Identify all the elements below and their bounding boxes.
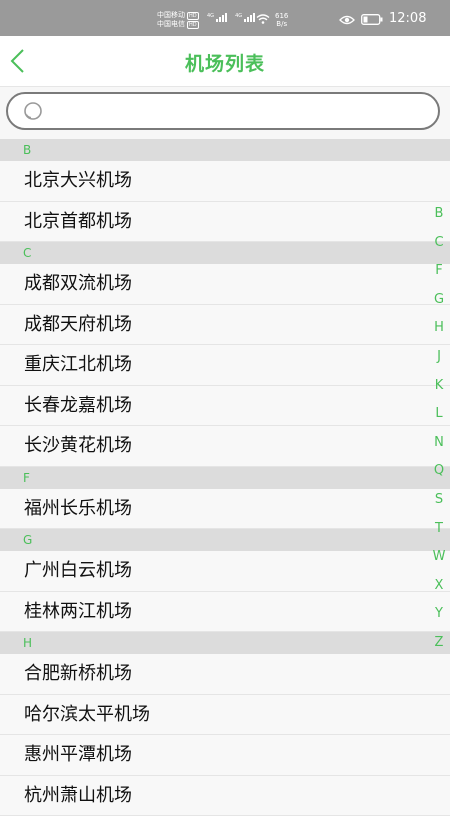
index-letter-f[interactable]: F: [428, 261, 450, 290]
airport-list[interactable]: B 北京大兴机场 北京首都机场 C 成都双流机场 成都天府机场 重庆江北机场 长…: [0, 139, 450, 816]
index-letter-l[interactable]: L: [428, 404, 450, 433]
list-item[interactable]: 成都双流机场: [0, 264, 450, 305]
wifi-icon: [256, 14, 270, 24]
list-item[interactable]: 北京首都机场: [0, 202, 450, 243]
list-item[interactable]: 成都天府机场: [0, 305, 450, 346]
carrier-2: 中国电信: [157, 20, 185, 28]
list-item[interactable]: 合肥新桥机场: [0, 654, 450, 695]
section-header-c: C: [0, 242, 450, 264]
section-header-g: G: [0, 529, 450, 551]
search-area: [0, 87, 450, 137]
index-letter-y[interactable]: Y: [428, 604, 450, 633]
index-letter-b[interactable]: B: [428, 204, 450, 233]
section-header-f: F: [0, 467, 450, 489]
status-bar: 中国移动HD 中国电信HD 4G 4G 616 B/s 12:08: [0, 0, 450, 36]
list-item[interactable]: 北京大兴机场: [0, 161, 450, 202]
index-letter-q[interactable]: Q: [428, 461, 450, 490]
alphabet-index-bar[interactable]: B C F G H J K L N Q S T W X Y Z: [428, 204, 450, 662]
list-item[interactable]: 长沙黄花机场: [0, 426, 450, 467]
list-item[interactable]: 哈尔滨太平机场: [0, 695, 450, 736]
index-letter-n[interactable]: N: [428, 433, 450, 462]
page-title: 机场列表: [0, 49, 450, 76]
index-letter-k[interactable]: K: [428, 376, 450, 405]
index-letter-c[interactable]: C: [428, 233, 450, 262]
index-letter-g[interactable]: G: [428, 290, 450, 319]
index-letter-w[interactable]: W: [428, 547, 450, 576]
list-item[interactable]: 重庆江北机场: [0, 345, 450, 386]
list-item[interactable]: 杭州萧山机场: [0, 776, 450, 816]
hd-badge: HD: [187, 21, 199, 29]
index-letter-j[interactable]: J: [428, 347, 450, 376]
signal-icon: 4G: [235, 13, 255, 22]
search-box[interactable]: [6, 92, 440, 130]
list-item[interactable]: 惠州平潭机场: [0, 735, 450, 776]
battery-icon: [361, 14, 383, 25]
nav-bar: 机场列表: [0, 36, 450, 87]
network-type: 4G: [207, 13, 214, 19]
hd-badge: HD: [187, 12, 199, 20]
clock: 12:08: [389, 11, 426, 26]
signal-icon: 4G: [207, 13, 227, 22]
section-header-b: B: [0, 139, 450, 161]
list-item[interactable]: 福州长乐机场: [0, 489, 450, 530]
list-item[interactable]: 广州白云机场: [0, 551, 450, 592]
network-type: 4G: [235, 13, 242, 19]
section-header-h: H: [0, 632, 450, 654]
carrier-1: 中国移动: [157, 11, 185, 19]
index-letter-x[interactable]: X: [428, 576, 450, 605]
eye-icon: [339, 15, 355, 25]
index-letter-z[interactable]: Z: [428, 633, 450, 662]
index-letter-s[interactable]: S: [428, 490, 450, 519]
signal-indicators: 4G 4G: [207, 13, 255, 22]
network-speed: 616 B/s: [275, 12, 288, 28]
carrier-info: 中国移动HD 中国电信HD: [157, 11, 199, 29]
index-letter-t[interactable]: T: [428, 519, 450, 548]
list-item[interactable]: 桂林两江机场: [0, 592, 450, 633]
search-icon: [22, 101, 46, 123]
speed-unit: B/s: [275, 20, 288, 28]
search-input[interactable]: [54, 100, 428, 126]
speed-value: 616: [275, 12, 288, 20]
list-item[interactable]: 长春龙嘉机场: [0, 386, 450, 427]
index-letter-h[interactable]: H: [428, 318, 450, 347]
